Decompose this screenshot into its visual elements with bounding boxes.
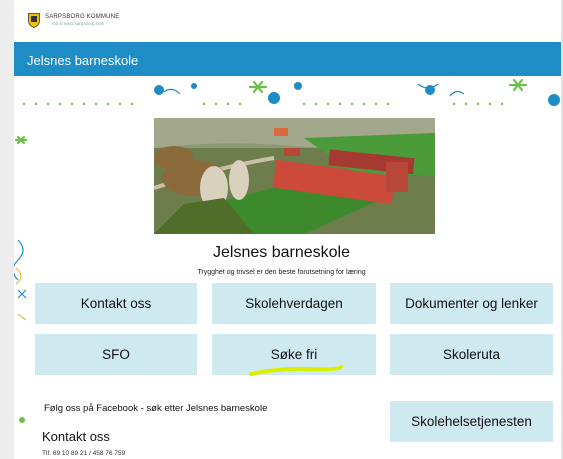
tile-sfo[interactable]: SFO [35,334,197,375]
school-aerial-photo [154,118,435,234]
phone-numbers[interactable]: Tlf. 69 10 89 21 / 458 76 759 [42,450,125,457]
contact-heading: Kontakt oss [42,429,110,444]
site-title[interactable]: Jelsnes barneskole [27,53,138,68]
top-header: SARPSBORG KOMMUNE Gå til www.sarpsborg.c… [14,0,563,42]
school-heading: Jelsnes barneskole [213,244,350,261]
tile-label: Dokumenter og lenker [405,296,538,311]
tile-label: Søke fri [270,347,318,362]
facebook-text: Følg oss på Facebook - søk etter Jelsnes… [44,403,268,414]
tile-label: Skolehelsetjenesten [411,414,532,429]
tile-label: Skolehverdagen [245,296,343,311]
tile-label: Kontakt oss [80,296,152,311]
municipality-name[interactable]: SARPSBORG KOMMUNE [45,14,119,20]
site-title-banner: Jelsnes barneskole [14,42,563,76]
highlighter-mark [249,365,343,376]
tile-dokumenter-og-lenker[interactable]: Dokumenter og lenker [390,283,553,324]
tile-label: SFO [102,347,130,362]
municipality-shield-icon[interactable] [28,13,40,28]
school-tagline: Trygghet og trivsel er den beste forutse… [197,269,366,276]
tile-skolehverdagen[interactable]: Skolehverdagen [212,283,376,324]
tile-kontakt-oss[interactable]: Kontakt oss [35,283,197,324]
tile-skoleruta[interactable]: Skoleruta [390,334,553,375]
tile-skolehelsetjenesten[interactable]: Skolehelsetjenesten [390,401,553,442]
municipality-link[interactable]: Gå til www.sarpsborg.com [52,21,104,26]
tile-label: Skoleruta [442,347,501,362]
